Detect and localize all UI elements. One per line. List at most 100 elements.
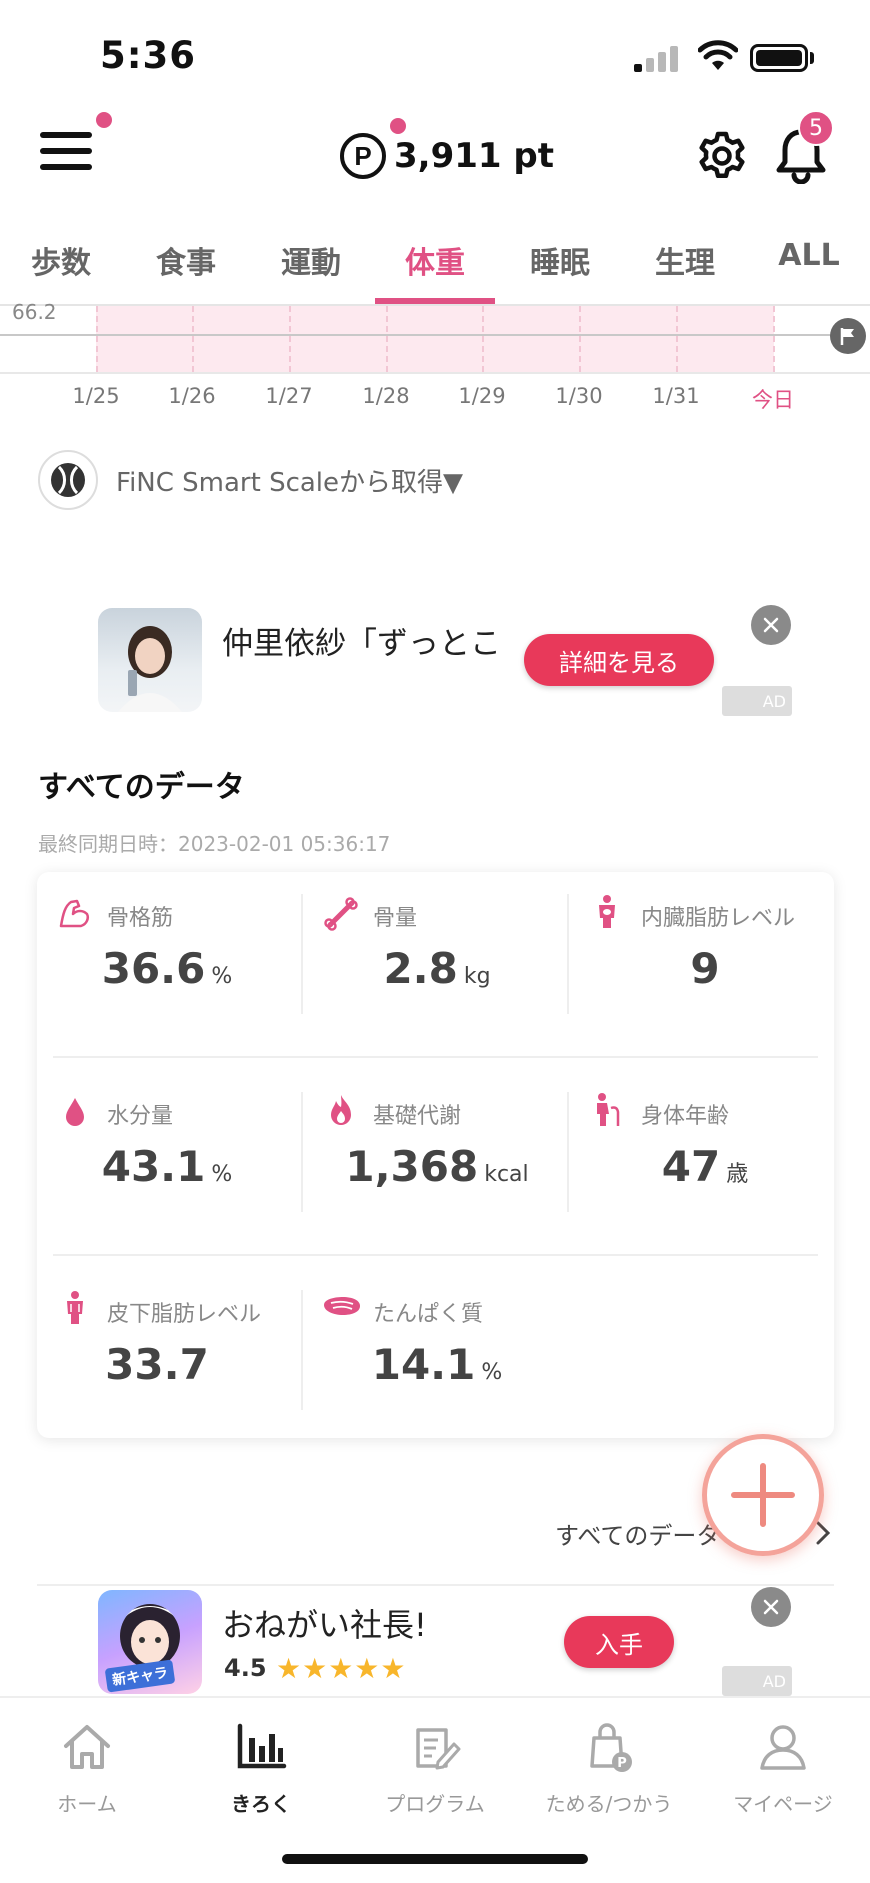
data-source-dropdown[interactable]: FiNC Smart Scaleから取得▼	[116, 462, 463, 499]
smart-scale-icon[interactable]	[38, 450, 98, 510]
flame-icon	[331, 1095, 351, 1125]
rating-stars: ★★★★★	[276, 1652, 407, 1685]
col-divider	[301, 1092, 303, 1212]
metric-value: 33.7	[27, 1340, 287, 1389]
metric-label: 骨量	[373, 906, 418, 931]
subcutaneous-fat-icon	[67, 1291, 83, 1324]
nav-label: ためる/つかう	[545, 1792, 673, 1816]
notification-badge: 5	[798, 110, 834, 146]
chart-date-label: 1/28	[362, 384, 410, 408]
metric-value: 9	[575, 944, 835, 993]
gear-icon[interactable]	[696, 130, 748, 182]
nav-label: ホーム	[57, 1792, 117, 1816]
chart-date-label-today: 今日	[752, 388, 794, 412]
metric-value: 2.8 kg	[307, 944, 567, 993]
goal-flag-icon[interactable]	[830, 318, 866, 354]
metric-number: 36.6	[101, 944, 206, 993]
nav-label: マイページ	[733, 1792, 833, 1816]
chart-gridline	[96, 306, 98, 372]
get-app-button[interactable]: 入手	[564, 1616, 674, 1668]
chart-date-label: 1/27	[265, 384, 313, 408]
metric-number: 43.1	[101, 1142, 206, 1191]
section-title: すべてのデータ	[38, 770, 245, 805]
chart-gridline	[386, 306, 388, 372]
nav-mypage[interactable]: マイページ	[696, 1718, 870, 1817]
row-divider	[53, 1056, 818, 1058]
col-divider	[567, 1092, 569, 1212]
muscle-icon	[59, 899, 89, 928]
metric-value: 1,368 kcal	[307, 1142, 567, 1191]
row-divider	[53, 1254, 818, 1256]
metric-label: 水分量	[107, 1104, 174, 1129]
battery-icon	[750, 44, 808, 72]
see-all-data-link[interactable]: すべてのデータ	[555, 1516, 720, 1551]
wifi-icon	[698, 40, 738, 70]
game-ad-thumbnail[interactable]: 新キャラ	[98, 1590, 202, 1694]
body-composition-card: 骨格筋 36.6% 骨量 2.8 kg 内臓脂肪レベル 9 水分量 43.1% 基…	[37, 872, 834, 1438]
tab-sleep[interactable]: 睡眠	[519, 238, 601, 282]
battery-tip	[810, 52, 814, 64]
plus-icon	[731, 1463, 795, 1527]
tab-all[interactable]: ALL	[768, 238, 850, 273]
metric-unit: %	[211, 964, 233, 989]
add-record-button[interactable]	[702, 1434, 824, 1556]
chart-gridline	[773, 306, 775, 372]
bar-chart-icon	[237, 1723, 287, 1769]
nav-records[interactable]: きろく	[174, 1718, 348, 1817]
metric-unit: kg	[463, 964, 491, 989]
metric-number: 2.8	[383, 944, 458, 993]
tab-steps[interactable]: 歩数	[20, 238, 102, 282]
chart-gridline	[192, 306, 194, 372]
shopping-bag-points-icon: P	[590, 1723, 632, 1772]
divider	[37, 1584, 834, 1586]
close-icon[interactable]	[751, 605, 791, 645]
metric-label: 身体年齢	[641, 1104, 730, 1129]
metric-label: たんぱく質	[373, 1302, 484, 1327]
tab-weight[interactable]: 体重	[394, 238, 476, 282]
metric-number: 9	[690, 944, 720, 993]
nav-label: プログラム	[385, 1792, 485, 1816]
metric-value: 36.6%	[37, 944, 297, 993]
col-divider	[301, 894, 303, 1014]
chart-gridline	[579, 306, 581, 372]
body-age-icon	[597, 1093, 620, 1126]
metric-label: 骨格筋	[107, 906, 174, 931]
metric-value: 14.1%	[307, 1340, 567, 1389]
ad-title[interactable]: 仲里依紗「ずっとこ	[222, 618, 522, 663]
ad-details-button[interactable]: 詳細を見る	[524, 634, 714, 686]
svg-text:P: P	[617, 1756, 627, 1771]
chart-target-band	[96, 306, 774, 372]
chart-date-label: 1/25	[72, 384, 120, 408]
ad-label: AD	[722, 686, 792, 716]
nav-program[interactable]: プログラム	[348, 1718, 522, 1817]
tab-meals[interactable]: 食事	[145, 238, 227, 282]
metric-unit: kcal	[484, 1162, 529, 1187]
cellular-signal-icon	[634, 46, 680, 72]
ad-thumbnail[interactable]	[98, 608, 202, 712]
user-icon	[760, 1725, 806, 1770]
col-divider	[567, 894, 569, 1014]
tab-exercise[interactable]: 運動	[270, 238, 352, 282]
metric-number: 33.7	[105, 1340, 209, 1389]
chart-target-line	[0, 334, 850, 336]
active-tab-indicator	[375, 298, 495, 304]
points-display[interactable]: P 3,911 pt	[340, 130, 554, 182]
points-notification-dot	[390, 118, 406, 134]
ad-label: AD	[722, 1666, 792, 1696]
tab-period[interactable]: 生理	[644, 238, 726, 282]
menu-button[interactable]	[40, 128, 94, 174]
metric-unit: %	[211, 1162, 233, 1187]
chart-date-label: 1/30	[555, 384, 603, 408]
visceral-fat-icon	[599, 895, 615, 928]
metric-number: 14.1	[371, 1340, 476, 1389]
nav-earn-use[interactable]: P ためる/つかう	[522, 1718, 696, 1817]
game-ad-title[interactable]: おねがい社長!	[222, 1600, 427, 1646]
nav-home[interactable]: ホーム	[0, 1718, 174, 1817]
chart-y-value: 66.2	[12, 300, 57, 324]
close-icon[interactable]	[751, 1587, 791, 1627]
metric-unit: 歳	[726, 1162, 749, 1187]
clipboard-edit-icon	[416, 1728, 461, 1770]
nav-label: きろく	[231, 1792, 291, 1816]
chart-gridline	[676, 306, 678, 372]
point-icon: P	[340, 133, 386, 179]
